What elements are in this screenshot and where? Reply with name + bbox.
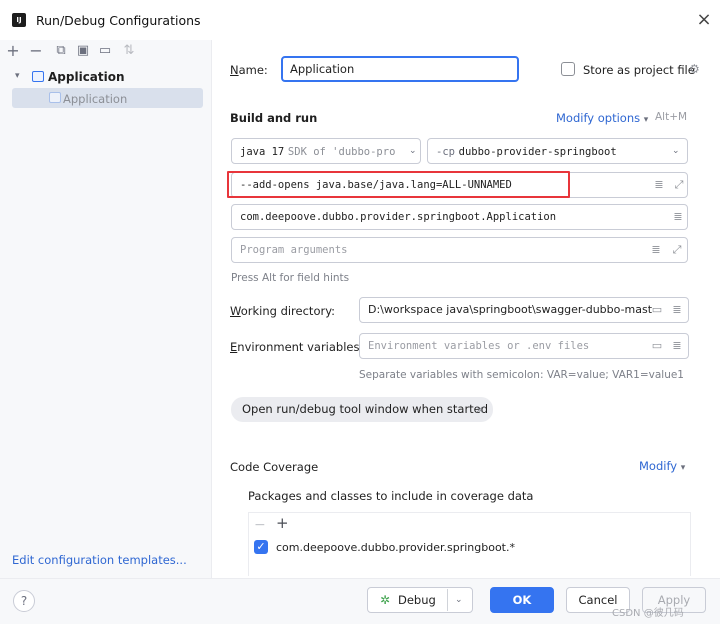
chevron-down-icon: ⌄: [409, 146, 417, 156]
browse-class-icon[interactable]: ≣: [672, 211, 684, 223]
application-icon: [32, 71, 44, 82]
intellij-app-icon: IJ: [12, 13, 26, 27]
coverage-entry: com.deepoove.dubbo.provider.springboot.*: [276, 541, 515, 554]
window-title: Run/Debug Configurations: [36, 13, 201, 28]
help-icon[interactable]: ?: [13, 590, 35, 612]
tree-item-application-config[interactable]: Application: [63, 92, 127, 106]
classpath-module-select[interactable]: -cp dubbo-provider-springboot: [427, 138, 688, 164]
document-icon[interactable]: ≣: [650, 244, 662, 256]
new-folder-icon[interactable]: ▭: [98, 44, 112, 58]
classpath-prefix: -cp: [436, 146, 455, 158]
add-icon[interactable]: +: [276, 514, 289, 532]
ok-button[interactable]: OK: [490, 587, 554, 613]
modify-options-link[interactable]: Modify options ▾: [556, 111, 648, 125]
tool-window-option-chip[interactable]: Open run/debug tool window when started: [231, 397, 493, 422]
name-label: Name:: [230, 63, 268, 77]
jdk-value: java 17: [240, 146, 285, 158]
modify-options-shortcut: Alt+M: [655, 111, 688, 123]
coverage-modify-link[interactable]: Modify ▾: [639, 459, 685, 473]
environment-variables-input[interactable]: Environment variables or .env files: [359, 333, 689, 359]
classpath-value: dubbo-provider-springboot: [458, 146, 617, 158]
debug-bug-icon: ✲: [380, 593, 391, 607]
main-class-input[interactable]: com.deepoove.dubbo.provider.springboot.A…: [231, 204, 688, 230]
chevron-down-icon: ⌄: [672, 146, 680, 156]
debug-button-label: Debug: [398, 593, 436, 607]
store-as-project-label: Store as project file: [583, 63, 695, 77]
name-input[interactable]: Application: [281, 56, 519, 82]
environment-variables-label: Environment variables:: [230, 340, 364, 354]
copy-icon[interactable]: ⧉: [54, 44, 68, 58]
sort-icon[interactable]: ⇅: [122, 44, 136, 58]
document-icon[interactable]: ≣: [653, 179, 665, 191]
edit-templates-link[interactable]: Edit configuration templates...: [12, 553, 187, 567]
build-and-run-heading: Build and run: [230, 111, 318, 125]
working-directory-input[interactable]: D:\workspace java\springboot\swagger-dub…: [359, 297, 689, 323]
chevron-down-icon: ▾: [680, 463, 686, 473]
jdk-detail: SDK of 'dubbo-pro: [287, 146, 396, 158]
close-icon[interactable]: ×: [694, 10, 714, 30]
store-as-project-checkbox[interactable]: [561, 62, 575, 76]
environment-variables-hint: Separate variables with semicolon: VAR=v…: [359, 369, 684, 381]
expand-icon[interactable]: ⤢: [671, 244, 683, 256]
remove-option-icon[interactable]: ×: [475, 403, 484, 416]
folder-icon[interactable]: ▭: [651, 340, 663, 352]
add-icon[interactable]: +: [6, 43, 20, 59]
save-config-icon[interactable]: ▣: [76, 44, 90, 58]
chevron-down-icon[interactable]: ⌄: [455, 595, 463, 605]
macro-icon[interactable]: ≣: [671, 304, 683, 316]
coverage-entry-checkbox[interactable]: ✓: [254, 540, 268, 554]
highlight-box: [227, 171, 570, 198]
jdk-select[interactable]: java 17 SDK of 'dubbo-pro: [231, 138, 421, 164]
expand-icon[interactable]: ⤢: [673, 179, 685, 191]
configurations-sidebar: + − ⧉ ▣ ▭ ⇅ ▾ Application Application Ed…: [0, 40, 212, 578]
debug-split-divider: [447, 589, 448, 611]
working-directory-label: Working directory:: [230, 304, 336, 318]
code-coverage-heading: Code Coverage: [230, 460, 319, 474]
folder-icon[interactable]: ▭: [651, 304, 663, 316]
application-config-icon: [49, 92, 61, 103]
remove-icon[interactable]: −: [29, 43, 43, 59]
chevron-down-icon: ▾: [643, 115, 649, 125]
watermark: CSDN @彼几码: [612, 608, 684, 619]
settings-gear-icon[interactable]: ⚙: [689, 62, 700, 76]
edit-variables-icon[interactable]: ≣: [671, 340, 683, 352]
remove-icon[interactable]: −: [254, 517, 266, 533]
tree-item-application-group[interactable]: Application: [48, 70, 125, 84]
field-hint: Press Alt for field hints: [231, 272, 350, 284]
coverage-packages-label: Packages and classes to include in cover…: [248, 489, 534, 503]
program-arguments-input[interactable]: Program arguments: [231, 237, 688, 263]
chevron-down-icon[interactable]: ▾: [15, 71, 20, 81]
